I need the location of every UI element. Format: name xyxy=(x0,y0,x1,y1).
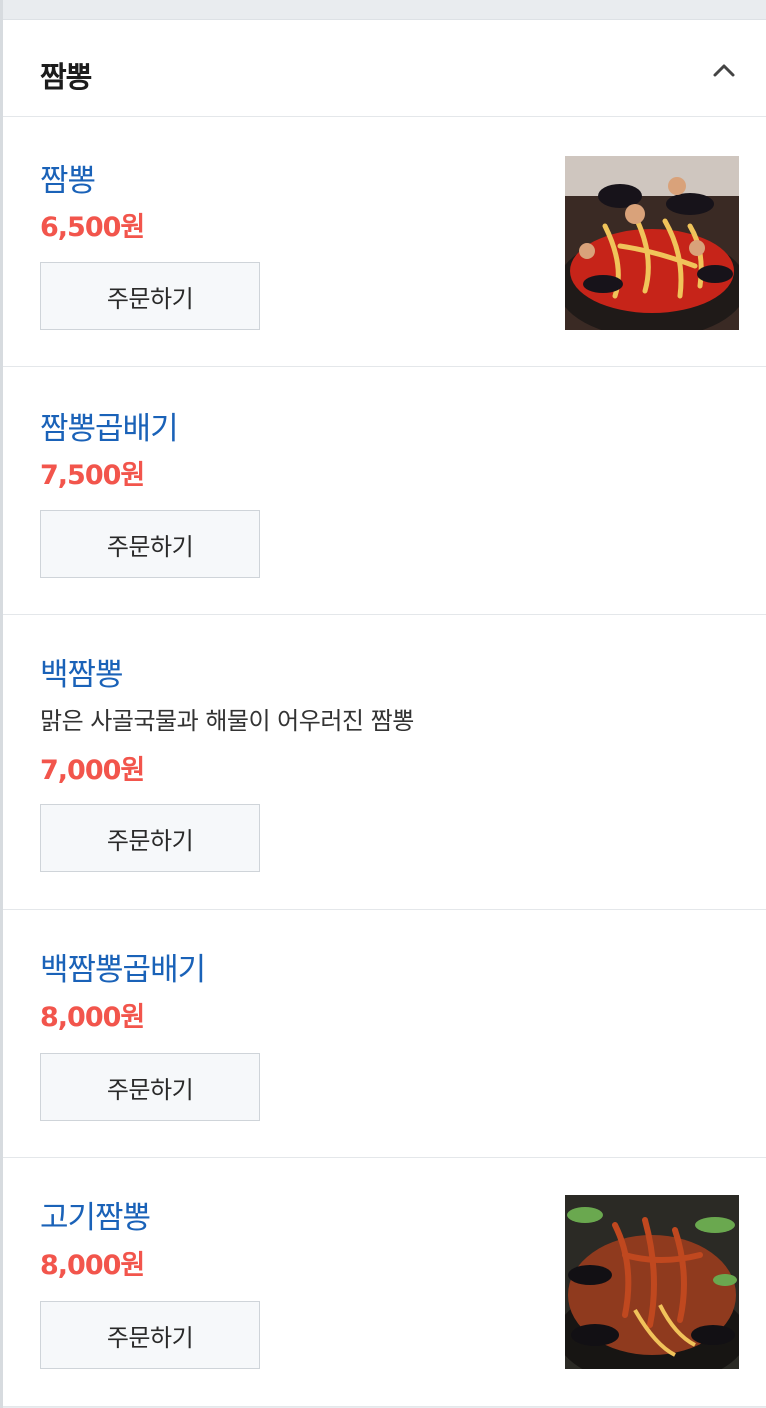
section-title: 짬뽕 xyxy=(40,60,92,94)
menu-item[interactable]: 짬뽕곱배기 7,500원 주문하기 xyxy=(3,367,766,615)
menu-section-panel: 짬뽕 짬뽕 6,500원 주문하기 짬뽕곱배기 7,500원 주문하기 백짬뽕 … xyxy=(3,19,766,1407)
menu-item[interactable]: 짬뽕 6,500원 주문하기 xyxy=(3,117,766,367)
menu-item[interactable]: 고기짬뽕 8,000원 주문하기 xyxy=(3,1158,766,1407)
menu-item[interactable]: 백짬뽕곱배기 8,000원 주문하기 xyxy=(3,910,766,1158)
section-header[interactable]: 짬뽕 xyxy=(3,20,766,117)
jjamppong-photo[interactable] xyxy=(565,156,739,330)
menu-item-price: 7,500원 xyxy=(40,460,145,491)
menu-item-name[interactable]: 고기짬뽕 xyxy=(40,1192,151,1237)
menu-item-price: 6,500원 xyxy=(40,212,145,243)
order-button[interactable]: 주문하기 xyxy=(40,510,260,578)
order-button[interactable]: 주문하기 xyxy=(40,1053,260,1121)
menu-item-price: 8,000원 xyxy=(40,1250,145,1281)
meat-jjamppong-photo[interactable] xyxy=(565,1195,739,1369)
menu-item-name[interactable]: 백짬뽕 xyxy=(40,649,124,694)
order-button[interactable]: 주문하기 xyxy=(40,262,260,330)
order-button[interactable]: 주문하기 xyxy=(40,804,260,872)
order-button[interactable]: 주문하기 xyxy=(40,1301,260,1369)
menu-item[interactable]: 백짬뽕 맑은 사골국물과 해물이 어우러진 짬뽕 7,000원 주문하기 xyxy=(3,615,766,910)
menu-item-price: 8,000원 xyxy=(40,1002,145,1033)
chevron-up-icon[interactable] xyxy=(712,58,736,82)
menu-item-name[interactable]: 백짬뽕곱배기 xyxy=(40,944,206,989)
menu-item-description: 맑은 사골국물과 해물이 어우러진 짬뽕 xyxy=(40,707,414,735)
menu-item-name[interactable]: 짬뽕 xyxy=(40,155,96,200)
menu-item-name[interactable]: 짬뽕곱배기 xyxy=(40,403,179,448)
menu-item-price: 7,000원 xyxy=(40,755,145,786)
